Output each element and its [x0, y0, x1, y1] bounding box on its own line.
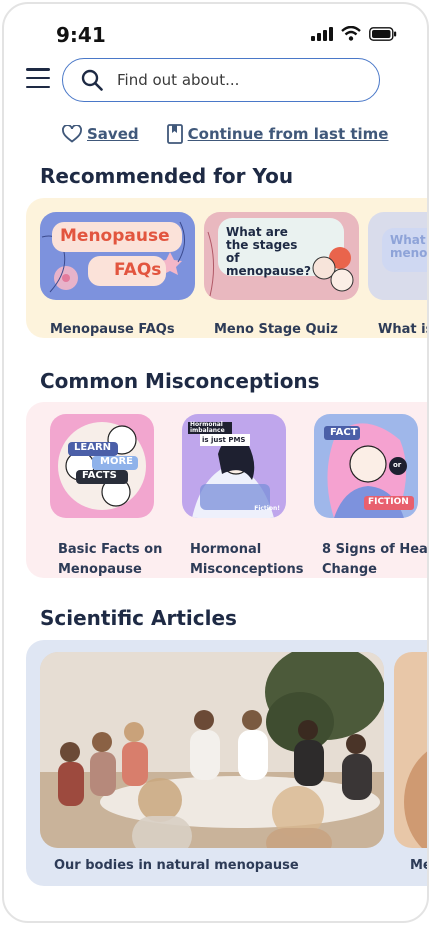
- card-caption-line: Hormonal: [190, 542, 262, 557]
- phone-frame: 9:41 Find out about... Saved Continue fr…: [2, 2, 429, 923]
- misconceptions-carousel[interactable]: LEARN MORE FACTS Basic Facts on Menopaus…: [26, 402, 429, 578]
- art-word-more: MORE: [100, 456, 133, 467]
- search-input[interactable]: [117, 71, 347, 89]
- menu-icon-bar: [26, 68, 50, 71]
- card-caption-line: Menopause: [58, 562, 142, 577]
- art-word-fiction: FICTION: [368, 497, 409, 507]
- art-word-learn: LEARN: [74, 442, 112, 453]
- article-photo: [40, 652, 384, 848]
- misconception-card[interactable]: LEARN MORE FACTS Basic Facts on Menopaus…: [50, 414, 163, 577]
- recommended-carousel[interactable]: Menopause FAQs Menopause FAQs What are t…: [26, 198, 428, 338]
- art-text-fiction: Fiction!: [254, 505, 280, 512]
- card-caption-line: 8 Signs of Heart: [322, 542, 429, 557]
- search-icon: [81, 69, 103, 91]
- misconception-card[interactable]: Hormonal imbalance is just PMS Fiction! …: [182, 414, 303, 577]
- articles-title: Scientific Articles: [40, 606, 237, 630]
- quick-links: Saved Continue from last time: [62, 124, 388, 144]
- battery-icon: [369, 26, 397, 41]
- recommended-card[interactable]: What is menop What is I: [368, 212, 428, 337]
- search-bar[interactable]: [62, 58, 380, 102]
- card-caption: What is I: [378, 322, 427, 337]
- group-circle-photo: [40, 652, 384, 848]
- article-card[interactable]: Me: [394, 652, 427, 882]
- article-photo-art: [404, 751, 427, 848]
- art-text-stages: What are the stages of menopause?: [226, 225, 311, 278]
- art-text-pms: is just PMS: [202, 436, 246, 444]
- saved-link[interactable]: Saved: [62, 125, 139, 143]
- art-text-hormonal: Hormonal imbalance: [190, 421, 225, 434]
- card-caption-line: Basic Facts on: [58, 542, 163, 557]
- art-word-facts: FACTS: [82, 470, 117, 481]
- heart-icon: [62, 125, 82, 143]
- signal-icon: [311, 26, 333, 41]
- status-icons: [311, 26, 397, 41]
- art-word-fact: FACT: [330, 427, 358, 438]
- menu-icon-bar: [26, 76, 50, 80]
- card-thumbnail: What is menop: [368, 212, 428, 300]
- article-caption: Me: [410, 858, 427, 873]
- wifi-icon: [341, 26, 361, 41]
- article-caption: Our bodies in natural menopause: [54, 858, 299, 873]
- card-thumbnail: Menopause FAQs: [40, 212, 195, 300]
- misconceptions-title: Common Misconceptions: [40, 369, 320, 393]
- status-time: 9:41: [56, 23, 106, 47]
- menu-icon-bar: [26, 85, 50, 88]
- art-text-menopause: Menopause: [60, 226, 170, 246]
- art-text-what-is: What is menop: [390, 233, 428, 260]
- card-thumbnail: Hormonal imbalance is just PMS Fiction!: [182, 414, 286, 518]
- card-thumbnail: What are the stages of menopause?: [204, 212, 359, 300]
- article-card[interactable]: Our bodies in natural menopause: [40, 652, 384, 882]
- menu-button[interactable]: [26, 68, 50, 88]
- card-thumbnail: LEARN MORE FACTS: [50, 414, 154, 518]
- card-thumbnail: FACT or FICTION: [314, 414, 418, 518]
- card-caption: Meno Stage Quiz: [214, 322, 338, 337]
- card-caption: Menopause FAQs: [50, 322, 175, 337]
- recommended-title: Recommended for You: [40, 164, 294, 188]
- misconception-card[interactable]: FACT or FICTION 8 Signs of Heart Change: [314, 414, 429, 577]
- art-text-faqs: FAQs: [114, 260, 162, 280]
- articles-carousel[interactable]: Our bodies in natural menopause Me: [26, 640, 427, 886]
- recommended-card[interactable]: What are the stages of menopause? Meno S…: [204, 212, 359, 337]
- continue-link[interactable]: Continue from last time: [166, 124, 389, 144]
- recommended-card[interactable]: Menopause FAQs Menopause FAQs: [40, 212, 195, 337]
- card-caption-line: Change: [322, 562, 377, 577]
- saved-label: Saved: [87, 125, 139, 143]
- continue-label: Continue from last time: [187, 125, 389, 143]
- art-word-or: or: [393, 461, 402, 469]
- bookmark-icon: [166, 124, 183, 144]
- article-photo: [394, 652, 427, 848]
- card-caption-line: Misconceptions: [190, 562, 304, 577]
